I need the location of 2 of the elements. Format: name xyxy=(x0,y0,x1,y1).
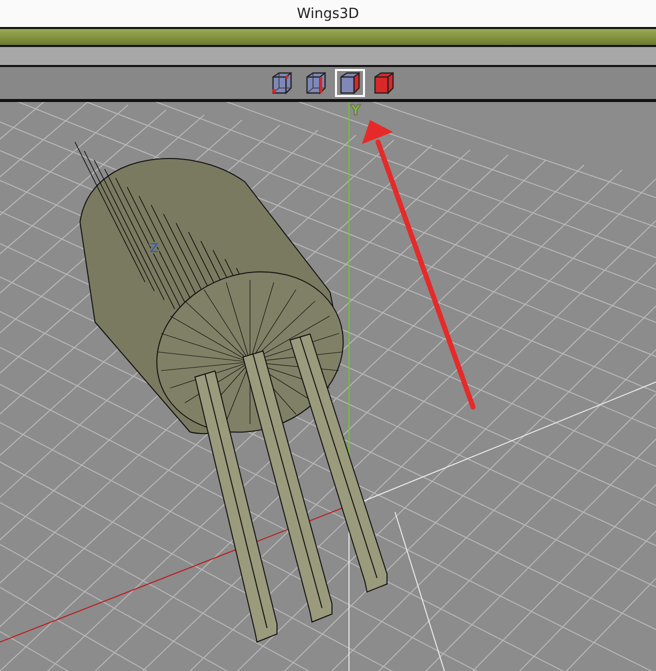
window-title: Wings3D xyxy=(296,6,360,22)
axis-label: Y xyxy=(352,103,360,117)
